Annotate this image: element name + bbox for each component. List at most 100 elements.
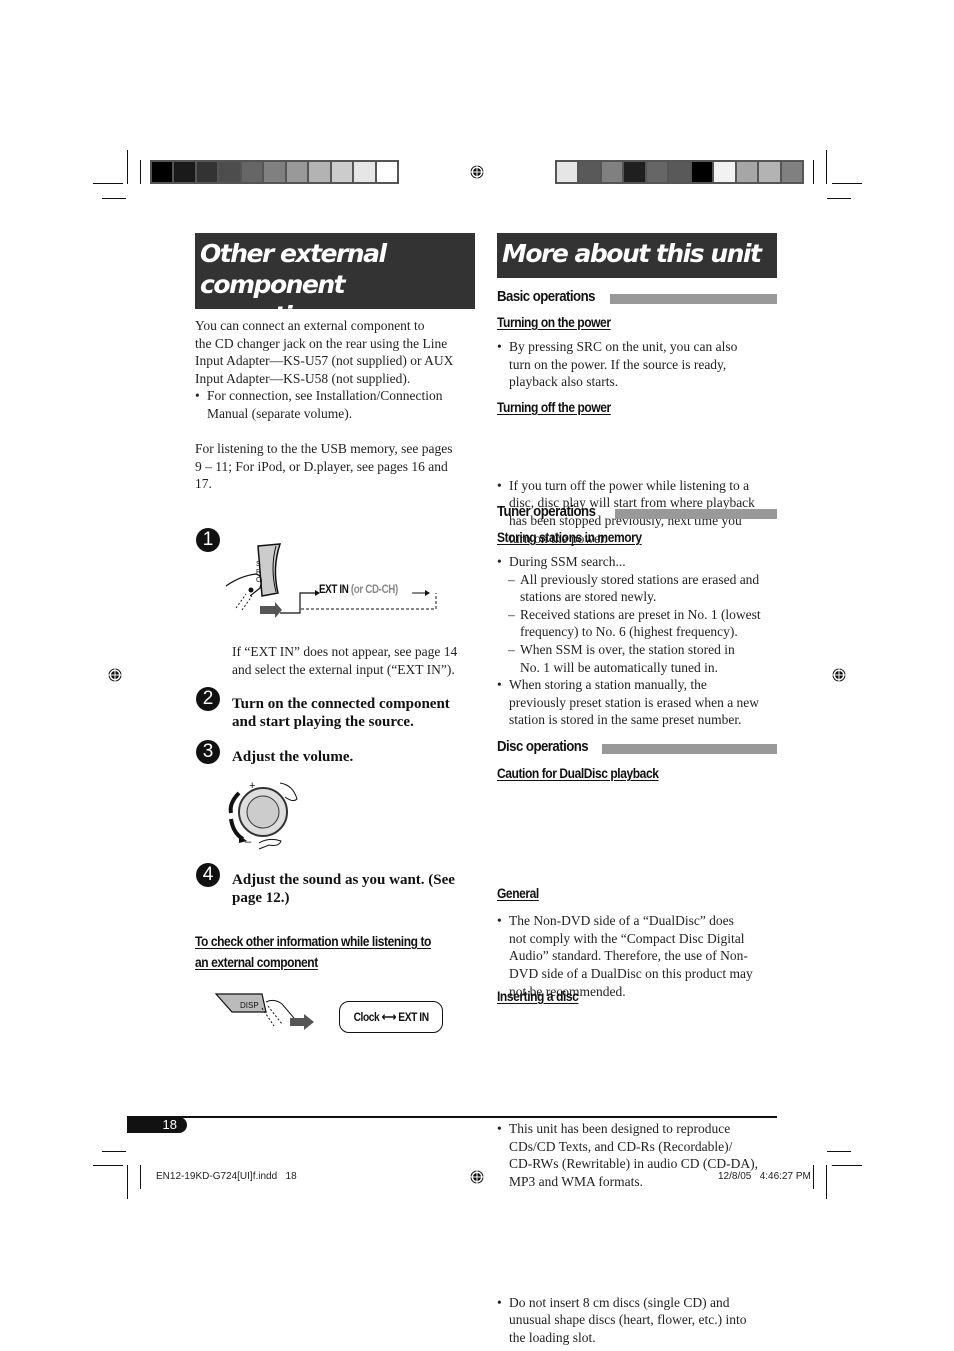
crop-mark <box>832 1165 862 1166</box>
storing-stations-list: During SSM search... All previously stor… <box>497 553 782 729</box>
text-line: To check other information while listeni… <box>195 933 431 949</box>
crop-mark <box>140 1165 141 1189</box>
crop-mark <box>826 1165 827 1199</box>
registration-mark-icon <box>469 164 485 180</box>
text-line: an external component <box>195 954 318 970</box>
color-swatch <box>354 162 375 182</box>
disp-button-illustration: DISP <box>214 993 314 1030</box>
subsection-dualdisc: Caution for DualDisc playback <box>497 765 659 781</box>
crop-mark <box>102 1151 126 1152</box>
step-number-4: 4 <box>196 863 220 887</box>
bullet-item: Do not insert 8 cm discs (single CD) and… <box>497 1294 791 1347</box>
subsection-inserting-disc: Inserting a disc <box>497 988 579 1004</box>
bullet-item: When storing a station manually, the pre… <box>497 676 782 729</box>
text-line: the CD changer jack on the rear using th… <box>195 335 448 351</box>
color-swatch <box>174 162 195 182</box>
section-heading-bar <box>602 744 777 754</box>
text-line: Received stations are preset in No. 1 (l… <box>520 606 761 622</box>
right-section-title: More about this unit <box>497 233 777 278</box>
color-swatch <box>624 162 645 182</box>
usb-note: For listening to the the USB memory, see… <box>195 440 485 493</box>
left-section-title: Other external component operations <box>195 233 475 330</box>
subsection-turning-off: Turning off the power <box>497 399 611 415</box>
color-swatch <box>646 162 668 182</box>
registration-mark-icon <box>107 667 123 683</box>
crop-mark <box>93 183 123 184</box>
src-button-shape <box>257 543 282 597</box>
text-line: turn on the power. If the source is read… <box>509 356 727 372</box>
arrow-right-icon <box>260 602 282 618</box>
src-button-illustration: S R C <box>225 543 437 618</box>
color-swatch <box>759 162 780 182</box>
section-heading-bar <box>615 509 777 519</box>
text-line: Adjust the volume. <box>232 749 354 765</box>
svg-text:R: R <box>256 569 261 576</box>
text-line: and select the external input (“EXT IN”)… <box>232 661 455 677</box>
color-swatch <box>781 162 802 182</box>
finger-icon <box>265 999 295 1019</box>
bullet-item: For connection, see Installation/Connect… <box>195 387 485 422</box>
title-line: Other external component <box>200 239 387 299</box>
text-line: This unit has been designed to reproduce <box>509 1121 731 1137</box>
text-line: Adjust the sound as you want. (See <box>232 872 455 888</box>
text-line: frequency) to No. 6 (highest frequency). <box>520 624 738 640</box>
text-line: During SSM search... <box>509 554 626 569</box>
text-line: playback also starts. <box>509 374 619 390</box>
bullet-item: By pressing SRC on the unit, you can als… <box>497 338 791 391</box>
registration-mark-icon <box>469 1169 485 1185</box>
crop-mark <box>102 198 126 199</box>
step-number-1: 1 <box>196 528 220 552</box>
registration-mark-icon <box>831 667 847 683</box>
crop-mark <box>827 198 851 199</box>
crop-mark <box>827 1151 851 1152</box>
disp-label: DISP <box>240 1001 259 1010</box>
color-swatch <box>714 162 735 182</box>
text-line: When storing a station manually, the <box>509 677 707 693</box>
text-line: and start playing the source. <box>232 714 414 730</box>
crop-mark <box>813 1165 814 1189</box>
color-swatch <box>601 162 623 182</box>
crop-mark <box>127 1165 128 1199</box>
text-line: page 12.) <box>232 890 290 906</box>
page-number: 18 <box>162 1117 177 1132</box>
color-swatch <box>376 162 397 182</box>
clock-text: Clock <box>353 1010 380 1024</box>
step-4-text: Adjust the sound as you want. (See page … <box>232 871 455 907</box>
crop-mark <box>832 183 862 184</box>
text-line: For connection, see Installation/Connect… <box>207 388 443 404</box>
color-swatch <box>309 162 330 182</box>
double-arrow-icon: ⟷ <box>381 1010 397 1024</box>
title-line: More about this unit <box>502 239 762 268</box>
color-calibration-bar-left <box>150 160 399 184</box>
crop-mark <box>93 1165 123 1166</box>
color-swatch <box>736 162 758 182</box>
color-swatch <box>557 162 578 182</box>
crop-mark <box>127 150 128 184</box>
text-line: station is stored in the same preset num… <box>509 712 742 728</box>
crop-mark <box>826 150 827 184</box>
text-line: Audio” standard. Therefore, the use of N… <box>509 948 748 964</box>
text-line: unusual shape discs (heart, flower, etc.… <box>509 1312 747 1328</box>
color-swatch <box>331 162 353 182</box>
text-line: Manual (separate volume). <box>207 405 353 421</box>
plus-label: + <box>249 780 255 792</box>
clock-ext-in-display: Clock ⟷ EXT IN <box>339 1001 443 1033</box>
color-swatch <box>286 162 308 182</box>
bullet-item: During SSM search... <box>497 553 782 571</box>
text-line: Do not insert 8 cm discs (single CD) and <box>509 1294 730 1310</box>
subsection-turning-on: Turning on the power <box>497 314 611 330</box>
arrow-right-icon <box>290 1014 314 1030</box>
text-line: No. 1 will be automatically tuned in. <box>520 659 718 675</box>
text-line: The Non-DVD side of a “DualDisc” does <box>509 913 734 929</box>
text-line: If “EXT IN” does not appear, see page 14 <box>232 644 458 659</box>
intro-paragraph: You can connect an external component to… <box>195 317 485 423</box>
text-line: previously preset station is erased when… <box>509 694 760 710</box>
ext-in-text: EXT IN <box>319 584 349 596</box>
text-line: not comply with the “Compact Disc Digita… <box>509 930 745 946</box>
volume-knob-illustration: + – <box>228 780 298 850</box>
crop-mark <box>813 160 814 184</box>
step1-note: If “EXT IN” does not appear, see page 14… <box>232 643 482 678</box>
section-heading-tuner-operations: Tuner operations <box>497 503 596 520</box>
color-calibration-bar-right <box>555 160 804 184</box>
svg-text:C: C <box>256 577 261 584</box>
